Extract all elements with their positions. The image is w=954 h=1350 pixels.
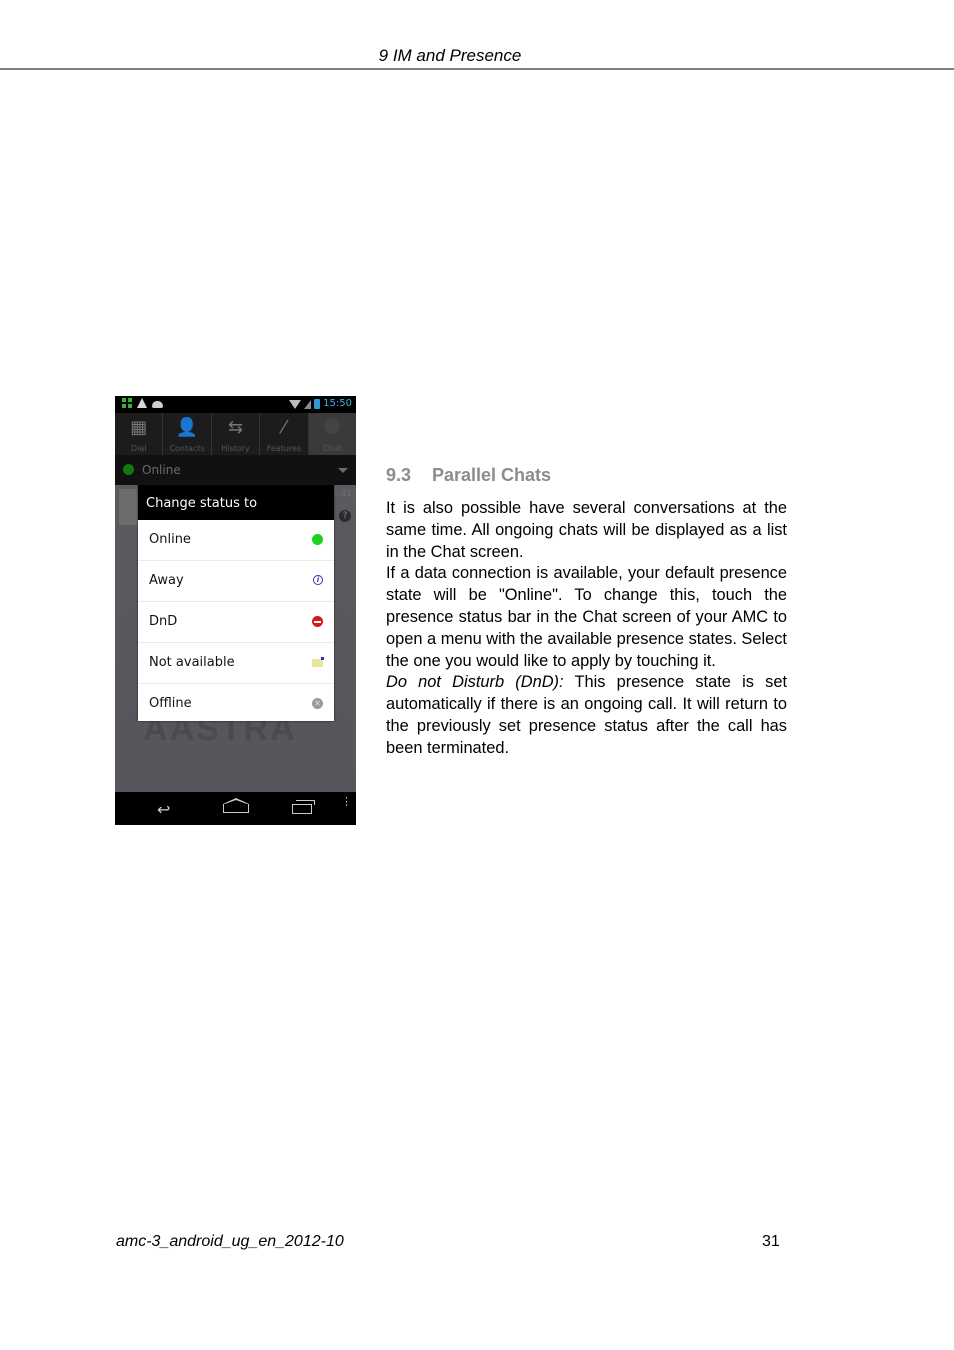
status-bar: 15:50 [115,396,356,413]
status-label: DnD [149,614,178,629]
warning-icon [137,398,147,408]
tab-dial[interactable]: ▦ Dial [115,413,164,455]
tab-label: Dial [130,444,147,453]
wifi-icon [289,399,302,409]
status-label: Offline [149,696,192,711]
tab-label: Chat [322,444,342,453]
apps-grid-icon [122,398,132,408]
tab-label: Features [266,444,302,453]
tab-label: Contacts [169,444,205,453]
note-label: Do not Disturb (DnD): [386,673,564,692]
section-heading: 9.3 Parallel Chats [386,465,551,486]
tab-history[interactable]: ⇆ History [212,413,261,455]
tab-label: History [221,444,250,453]
tab-features[interactable]: ⁄ Features [260,413,309,455]
status-option-online[interactable]: Online [138,520,334,561]
paragraph: If a data connection is available, your … [386,564,787,670]
section-title: Parallel Chats [432,465,552,485]
dropdown-caret-icon [338,468,348,473]
status-option-not-available[interactable]: Not available [138,643,334,684]
section-body: It is also possible have several convers… [386,498,787,760]
away-icon: i [313,575,323,585]
paragraph: It is also possible have several convers… [386,499,787,561]
battery-icon [314,399,321,409]
back-icon[interactable]: ↩ [157,800,170,819]
recent-apps-icon[interactable] [292,800,315,814]
tab-bar: ▦ Dial 👤 Contacts ⇆ History ⁄ Features C… [115,413,356,455]
status-option-offline[interactable]: Offline ✕ [138,684,334,724]
phone-screenshot: 15:50 ▦ Dial 👤 Contacts ⇆ History ⁄ Feat… [115,396,356,825]
wand-icon: ⁄ [282,417,286,438]
dialog-title: Change status to [138,485,334,520]
page-number: 31 [762,1233,780,1250]
android-nav-bar: ↩ ⋮ [115,792,356,825]
presence-status-bar[interactable]: Online [115,455,356,485]
arrows-icon: ⇆ [227,417,244,438]
chat-time: 5:41 [331,489,352,499]
dnd-note: Do not Disturb (DnD): This presence stat… [386,672,787,759]
clock: 15:50 [323,398,352,409]
change-status-dialog: Change status to Online Away i DnD Not a… [138,485,334,721]
signal-icon [304,399,312,409]
status-option-dnd[interactable]: DnD [138,602,334,643]
dnd-icon [312,616,323,627]
header-rule [0,68,954,70]
status-label: Online [149,532,191,547]
android-icon [152,400,163,408]
online-icon [312,534,323,545]
overflow-menu-icon[interactable]: ⋮ [341,796,352,807]
status-option-away[interactable]: Away i [138,561,334,602]
home-icon[interactable] [223,798,249,813]
presence-dot-icon [123,464,134,475]
tab-contacts[interactable]: 👤 Contacts [163,413,212,455]
chat-icon [324,418,341,434]
offline-icon: ✕ [312,698,323,709]
section-number: 9.3 [386,465,412,485]
person-icon: 👤 [175,417,199,438]
presence-label: Online [142,463,181,477]
help-icon: ? [339,510,351,522]
running-header: 9 IM and Presence [378,46,522,65]
tab-chat[interactable]: Chat [308,413,356,455]
status-label: Not available [149,655,235,670]
footer-document-id: amc-3_android_ug_en_2012-10 [116,1233,344,1250]
dialpad-icon: ▦ [130,417,148,438]
status-label: Away [149,573,184,588]
not-available-icon [312,657,324,667]
